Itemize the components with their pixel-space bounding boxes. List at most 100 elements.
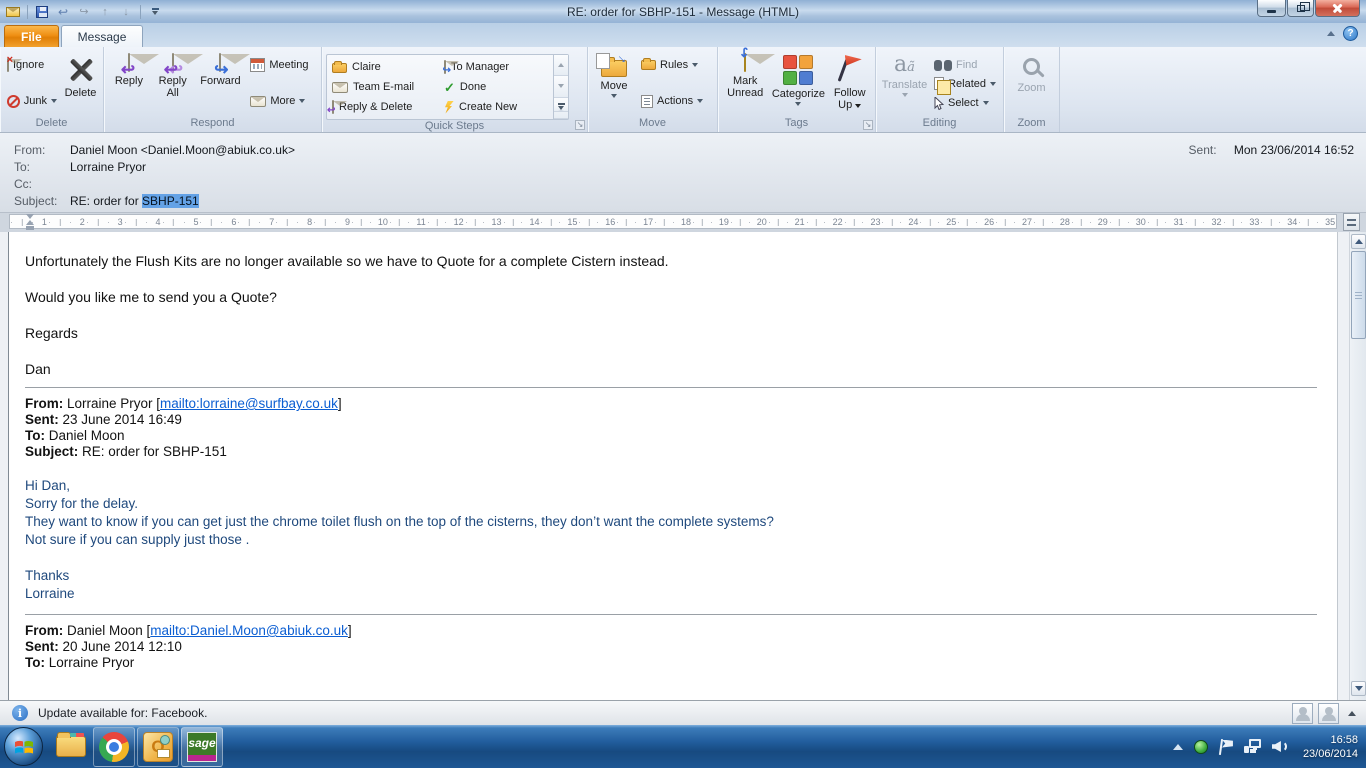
start-button[interactable] xyxy=(4,727,43,766)
junk-button[interactable]: Junk xyxy=(4,91,60,111)
gallery-up-icon[interactable] xyxy=(554,55,568,76)
group-tags: ↪ Mark Unread Categorize Follow Up Tags↘ xyxy=(718,47,876,132)
taskbar-explorer-button[interactable] xyxy=(49,727,93,767)
network-icon[interactable] xyxy=(1244,739,1261,754)
control-menu-mail-icon[interactable] xyxy=(4,4,22,20)
next-item-icon[interactable]: ↓ xyxy=(117,4,135,20)
related-button[interactable]: Related xyxy=(931,74,999,93)
quick-step-create-new[interactable]: Create New xyxy=(441,97,553,117)
ruler-segment: ·|·5 xyxy=(162,215,200,228)
meeting-button[interactable]: Meeting xyxy=(247,55,317,75)
ruler-segment: ·|·21 xyxy=(768,215,806,228)
quote-body-line xyxy=(25,549,1317,567)
action-center-flag-icon[interactable] xyxy=(1219,739,1233,755)
window-title: RE: order for SBHP-151 - Message (HTML) xyxy=(0,5,1366,19)
zoom-button[interactable]: Zoom xyxy=(1009,51,1055,115)
select-button[interactable]: Select xyxy=(931,94,999,113)
body-line: Regards xyxy=(25,324,1317,342)
dialog-launcher-icon[interactable]: ↘ xyxy=(863,120,873,130)
subject-label: Subject: xyxy=(0,194,70,208)
taskbar-outlook-button[interactable]: O xyxy=(137,727,179,767)
previous-item-icon[interactable]: ↑ xyxy=(96,4,114,20)
move-icon: → xyxy=(601,60,627,77)
ruler-segment: ·|·12 xyxy=(427,215,465,228)
taskbar: O sage 16:58 23/06/2014 xyxy=(0,725,1366,768)
tray-status-icon[interactable] xyxy=(1194,740,1208,754)
scroll-down-button[interactable] xyxy=(1351,681,1366,696)
explorer-icon xyxy=(56,736,86,757)
mailto-link[interactable]: mailto:Daniel.Moon@abiuk.co.uk xyxy=(150,623,348,638)
quick-step-team-email[interactable]: Team E-mail xyxy=(329,77,441,97)
forward-icon: ↪ xyxy=(219,54,221,72)
mailto-link[interactable]: mailto:lorraine@surfbay.co.uk xyxy=(160,396,338,411)
gallery-more-icon[interactable] xyxy=(554,98,568,119)
scrollbar-thumb[interactable] xyxy=(1351,251,1366,339)
quick-step-claire[interactable]: Claire xyxy=(329,57,441,77)
ruler-segment: ·|·15 xyxy=(540,215,578,228)
quick-step-done[interactable]: ✓ Done xyxy=(441,77,553,97)
scroll-up-button[interactable] xyxy=(1351,234,1366,249)
close-button[interactable] xyxy=(1315,0,1360,17)
translate-button[interactable]: aã Translate xyxy=(880,51,929,115)
dialog-launcher-icon[interactable]: ↘ xyxy=(575,120,585,130)
find-button[interactable]: Find xyxy=(931,55,999,74)
vertical-scrollbar[interactable] xyxy=(1349,232,1366,700)
gallery-down-icon[interactable] xyxy=(554,76,568,97)
ruler-segment: ·|·17 xyxy=(616,215,654,228)
dropdown-arrow-icon xyxy=(855,104,861,108)
follow-up-button[interactable]: Follow Up xyxy=(828,51,871,115)
restore-button[interactable] xyxy=(1287,0,1314,17)
contact-avatar-icon[interactable] xyxy=(1318,703,1339,724)
mark-unread-button[interactable]: ↪ Mark Unread xyxy=(722,51,768,115)
dropdown-arrow-icon xyxy=(51,99,57,103)
qat-separator xyxy=(140,5,141,19)
group-label-move: Move xyxy=(588,117,717,132)
body-line: Would you like me to send you a Quote? xyxy=(25,288,1317,306)
cc-row: Cc: xyxy=(0,175,1366,192)
expand-chevron-icon[interactable] xyxy=(1348,711,1356,716)
redo-icon[interactable]: ↪ xyxy=(75,4,93,20)
group-quick-steps: Claire ↪ To Manager Team E-mail ✓ Don xyxy=(322,47,588,132)
ignore-button[interactable]: × Ignore xyxy=(4,55,60,75)
customize-qat-icon[interactable] xyxy=(146,4,164,20)
contact-avatar-icon[interactable] xyxy=(1292,703,1313,724)
taskbar-chrome-button[interactable] xyxy=(93,727,135,767)
ruler-segment: ·|·16 xyxy=(578,215,616,228)
indent-markers[interactable] xyxy=(26,214,35,230)
rules-button[interactable]: Rules xyxy=(638,55,712,75)
sent-value: Mon 23/06/2014 16:52 xyxy=(1234,143,1354,157)
move-button[interactable]: → Move xyxy=(592,51,636,115)
more-respond-button[interactable]: More xyxy=(247,91,317,111)
actions-button[interactable]: Actions xyxy=(638,91,712,111)
group-label-editing: Editing xyxy=(876,117,1003,132)
window-controls xyxy=(1256,0,1360,17)
categorize-button[interactable]: Categorize xyxy=(770,51,826,115)
minimize-button[interactable] xyxy=(1257,0,1286,17)
quick-step-reply-delete[interactable]: ↩ Reply & Delete xyxy=(329,97,441,117)
ruler-toggle-button[interactable] xyxy=(1343,213,1360,231)
quoted-email-2: From: Daniel Moon [mailto:Daniel.Moon@ab… xyxy=(25,614,1317,671)
reply-delete-icon: ↩ xyxy=(332,101,334,113)
forward-button[interactable]: ↪ Forward xyxy=(196,51,246,115)
volume-icon[interactable] xyxy=(1272,739,1288,754)
group-label-delete: Delete xyxy=(0,117,103,132)
help-icon[interactable]: ? xyxy=(1343,26,1358,41)
tab-message[interactable]: Message xyxy=(61,25,144,47)
select-cursor-icon xyxy=(934,97,944,110)
email-body[interactable]: Unfortunately the Flush Kits are no long… xyxy=(8,232,1338,700)
save-icon[interactable] xyxy=(33,4,51,20)
delete-button[interactable]: Delete xyxy=(62,51,99,115)
taskbar-sage-button[interactable]: sage xyxy=(181,727,223,767)
show-hidden-icons-icon[interactable] xyxy=(1173,744,1183,750)
tab-file[interactable]: File xyxy=(4,25,59,47)
taskbar-clock[interactable]: 16:58 23/06/2014 xyxy=(1303,733,1358,761)
dropdown-arrow-icon xyxy=(299,99,305,103)
quick-step-to-manager[interactable]: ↪ To Manager xyxy=(441,57,553,77)
ruler-segment: ·|·27 xyxy=(995,215,1033,228)
reply-button[interactable]: ↩ Reply xyxy=(108,51,150,115)
quote-from-line: From: Lorraine Pryor [mailto:lorraine@su… xyxy=(25,396,1317,412)
collapse-ribbon-icon[interactable] xyxy=(1327,31,1335,36)
ruler-segment: ·|·24 xyxy=(881,215,919,228)
info-icon: i xyxy=(12,705,28,721)
undo-icon[interactable]: ↩ xyxy=(54,4,72,20)
